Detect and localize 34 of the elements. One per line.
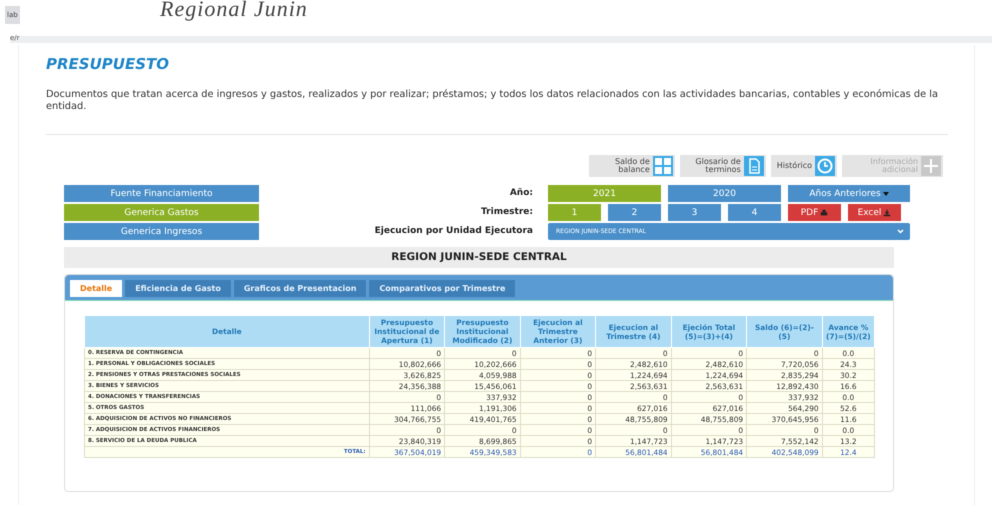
quarter-button[interactable]: 2	[608, 204, 661, 221]
document-icon	[744, 156, 764, 176]
plus-icon	[921, 156, 941, 176]
page-description: Documentos que tratan acerca de ingresos y gastos, realizados y por realizar; préstamos; y todos los datos relacionados con las actividades bancarias, contables y económicas de la entidad.	[46, 89, 939, 113]
printer-icon	[820, 208, 828, 216]
calculator-icon	[652, 156, 673, 176]
page-title: PRESUPUESTO	[46, 55, 170, 73]
unit-label: Ejecucion por Unidad Ejecutora	[374, 225, 533, 238]
tab[interactable]: Graficos de Presentacion	[234, 280, 366, 297]
download-icon	[883, 208, 892, 216]
previous-years-dropdown[interactable]: Años Anteriores	[788, 185, 910, 202]
category-button[interactable]: Generica Gastos	[64, 204, 259, 221]
quarter-button[interactable]: 4	[728, 204, 781, 221]
tab[interactable]: Detalle	[70, 280, 122, 297]
clock-icon	[815, 156, 835, 176]
caret-icon	[882, 192, 889, 196]
year-button[interactable]: 2021	[548, 185, 661, 202]
year-button[interactable]: 2020	[668, 185, 781, 202]
section-title: REGION JUNIN-SEDE CENTRAL	[64, 247, 894, 268]
header-title: Regional Junin	[160, 0, 308, 22]
quarter-label: Trimestre:	[481, 206, 533, 219]
category-button[interactable]: Fuente Financiamiento	[64, 185, 259, 202]
tool-button[interactable]: Histórico	[770, 155, 837, 177]
quarter-button[interactable]: 3	[668, 204, 721, 221]
chevron-icon	[897, 229, 904, 234]
export-button[interactable]: PDF	[788, 204, 841, 221]
tab[interactable]: Comparativos por Trimestre	[369, 280, 516, 297]
category-button[interactable]: Generica Ingresos	[64, 223, 259, 240]
tool-button[interactable]: Saldo de balance	[588, 155, 675, 177]
tool-button[interactable]: Glosario de terminos	[680, 155, 766, 177]
export-button[interactable]: Excel	[848, 204, 901, 221]
quarter-button[interactable]: 1	[548, 204, 601, 221]
tab[interactable]: Eficiencia de Gasto	[125, 280, 231, 297]
year-label: Año:	[510, 187, 533, 200]
